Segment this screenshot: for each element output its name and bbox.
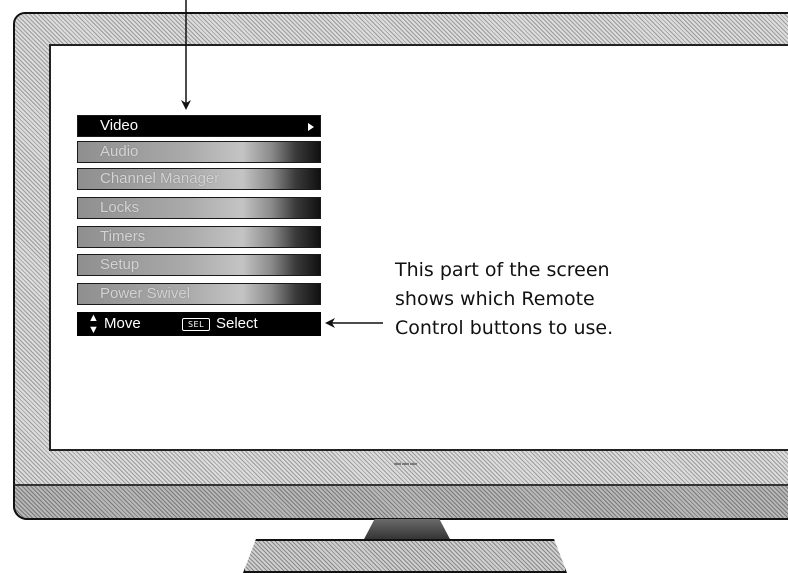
pointer-arrows — [181, 0, 383, 328]
